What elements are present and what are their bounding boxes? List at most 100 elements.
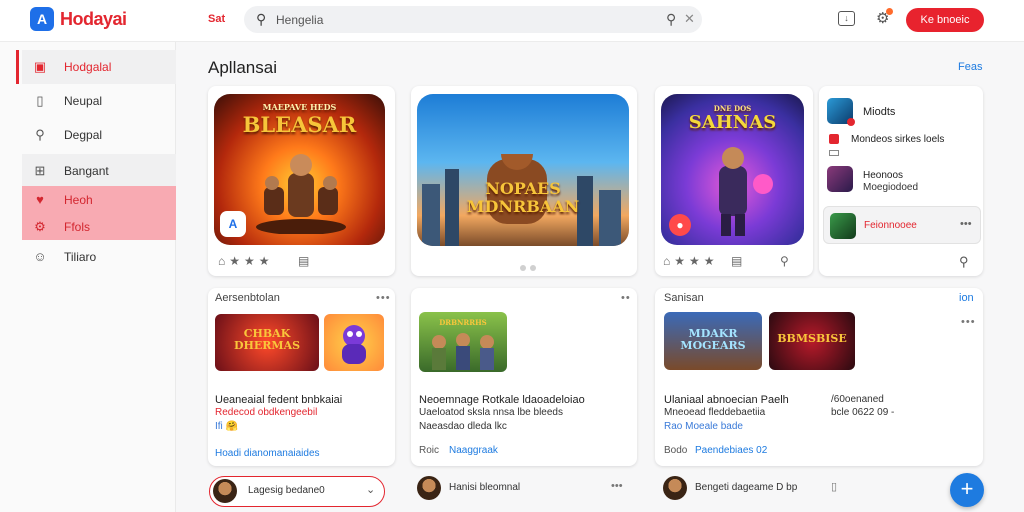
search-icon: ⚲ xyxy=(256,11,267,27)
author-row[interactable]: Hanisi bleomnal ••• xyxy=(411,472,637,506)
side-list-card: Miodts Mondeos sirkes loels Heonoos Moeg… xyxy=(819,86,983,276)
section-title: Sanisan xyxy=(664,292,704,304)
sidebar-item-categories[interactable]: ⊞ Bangant xyxy=(22,154,176,188)
game-artwork[interactable]: NOPAES MDNRBAAN xyxy=(417,94,629,246)
sidebar-item-label: Neupal xyxy=(64,94,103,108)
section-link-prefix: Bodo xyxy=(664,445,688,456)
section-subtext-2: Naeasdao dleda lkc xyxy=(419,421,507,432)
add-button[interactable]: + xyxy=(950,473,984,507)
hero-figure-illustration xyxy=(719,147,773,236)
sign-in-button[interactable]: Ke bnoeic xyxy=(906,8,984,32)
section-description: Ueaneaial fedent bnbkaiai xyxy=(215,394,343,406)
comment-input[interactable]: Lagesig bedane0 ⌄ xyxy=(209,476,385,507)
list-item[interactable]: Heonoos Moegiodoed xyxy=(827,164,983,200)
chat-icon: ☺ xyxy=(33,249,47,264)
rating-stars-icon: ⌂★★★ xyxy=(218,254,274,268)
game-tile-title: CHBAK DHERMAS xyxy=(233,327,301,352)
search-input[interactable]: Hengelia xyxy=(276,13,323,27)
artwork-title: BLEASAR xyxy=(242,112,357,137)
more-options-icon[interactable]: ••• xyxy=(961,316,976,328)
section-more-link[interactable]: ion xyxy=(959,292,974,304)
game-artwork[interactable]: MAEPAVE HEDS BLEASAR A xyxy=(214,94,385,245)
grid-icon: ⊞ xyxy=(34,163,46,178)
list-item-title: Miodts xyxy=(863,106,896,118)
close-icon[interactable]: ✕ xyxy=(684,11,695,27)
more-options-icon[interactable]: ••• xyxy=(611,480,623,492)
section-meta: /60oenaned xyxy=(831,394,884,405)
list-item[interactable]: Miodts xyxy=(827,96,983,132)
rating-stars-icon: ⌂★★★ xyxy=(663,254,719,268)
notification-dot xyxy=(886,8,893,15)
sidebar: ▣ Hodgalal ▯ Neupal ⚲ Degpal ⊞ Bangant ♥… xyxy=(0,42,176,512)
header-link[interactable]: Sat xyxy=(208,13,225,25)
list-item-subtitle: Moegiodoed xyxy=(863,182,919,193)
page-title: Apllansai xyxy=(208,58,277,77)
featured-card[interactable]: MAEPAVE HEDS BLEASAR A ⌂★★★ ▤ xyxy=(208,86,395,276)
game-artwork[interactable]: DNE DOS SAHNAS ● xyxy=(661,94,804,245)
sidebar-item-favorites[interactable]: ♥ Heoh xyxy=(22,186,176,214)
sidebar-item-messages[interactable]: ☺ Tiliaro xyxy=(22,240,176,274)
game-tile[interactable]: CHBAK DHERMAS xyxy=(215,314,319,371)
game-tile-title: MDAKR MOGEARS xyxy=(680,327,746,352)
section-tagline: Redecod obdkengeebil xyxy=(215,407,318,418)
game-tile[interactable]: DRBNRRHS xyxy=(419,312,507,372)
sidebar-item-home[interactable]: ▣ Hodgalal xyxy=(16,50,176,84)
section-card: Aersenbtolan ••• CHBAK DHERMAS Ueaneaial… xyxy=(208,288,395,466)
save-icon[interactable]: ▤ xyxy=(298,254,313,268)
section-link[interactable]: Naaggraak xyxy=(449,445,498,456)
heart-icon: ♥ xyxy=(36,192,44,207)
artwork-title: NOPAES MDNRBAAN xyxy=(466,179,580,216)
sidebar-item-label: Heoh xyxy=(64,193,93,207)
sidebar-item-label: Hodgalal xyxy=(64,60,112,74)
section-subtext: Mneoead fleddebaetiia xyxy=(664,407,766,418)
game-tile[interactable]: MDAKR MOGEARS xyxy=(664,312,762,370)
comment-input-value: Lagesig bedane0 xyxy=(248,485,325,496)
artwork-title: SAHNAS xyxy=(688,112,777,133)
more-options-icon[interactable]: ••• xyxy=(960,218,972,230)
bookmark-icon[interactable]: ▯ xyxy=(831,480,837,493)
author-row[interactable]: Bengeti dageame D bp ▯ xyxy=(655,472,935,506)
chevron-down-icon[interactable]: ⌄ xyxy=(366,483,375,496)
more-options-icon[interactable]: ••• xyxy=(376,292,391,304)
section-description: Neoemnage Rotkale ldaoadeloiao xyxy=(419,394,585,406)
section-link[interactable]: Hoadi dianomanaiaides xyxy=(215,448,320,459)
search-icon[interactable]: ⚲ xyxy=(780,254,793,268)
character-illustration xyxy=(342,325,366,364)
hero-figure-illustration xyxy=(256,154,346,234)
section-emoji-row: Ifi 🤗 xyxy=(215,421,239,432)
carousel-pager[interactable] xyxy=(520,258,540,276)
game-thumbnail xyxy=(827,166,853,192)
search-icon[interactable]: ⚲ xyxy=(959,254,969,270)
list-item-selected[interactable]: Feionnooee ••• xyxy=(823,206,981,244)
search-submit-icon[interactable]: ⚲ xyxy=(666,11,676,28)
save-icon[interactable]: ▤ xyxy=(731,254,746,268)
avatar xyxy=(213,479,237,503)
game-thumbnail xyxy=(829,134,839,144)
sidebar-item-new[interactable]: ▯ Neupal xyxy=(22,84,176,118)
avatar xyxy=(663,476,687,500)
featured-card-hero[interactable]: NOPAES MDNRBAAN xyxy=(411,86,637,276)
game-tile[interactable]: BBMSBISE xyxy=(769,312,855,370)
list-item-title: Heonoos xyxy=(863,170,904,181)
publisher-badge-icon: ● xyxy=(669,214,691,236)
app-name[interactable]: Hodayai xyxy=(60,9,127,30)
featured-card[interactable]: DNE DOS SAHNAS ● ⌂★★★ ▤ ⚲ xyxy=(655,86,813,276)
artwork-subtitle: MAEPAVE HEDS xyxy=(262,102,337,112)
sidebar-item-label: Ffols xyxy=(64,220,91,234)
more-options-icon[interactable]: •• xyxy=(621,292,631,304)
game-tile[interactable] xyxy=(324,314,384,371)
app-logo-icon[interactable]: A xyxy=(30,7,54,31)
sidebar-item-label: Bangant xyxy=(64,164,109,178)
sidebar-item-label: Tiliaro xyxy=(64,250,97,264)
list-item[interactable]: Mondeos sirkes loels xyxy=(827,130,983,166)
list-item-title: Mondeos sirkes loels xyxy=(851,134,945,145)
see-all-link[interactable]: Feas xyxy=(958,61,982,73)
section-subtext: Uaeloatod sksla nnsa lbe bleeds xyxy=(419,407,563,418)
sidebar-item-settings[interactable]: ⚙ Ffols xyxy=(22,214,176,240)
downloads-icon[interactable]: ↓ xyxy=(838,11,855,26)
section-link[interactable]: Paendebiaes 02 xyxy=(695,445,767,456)
search-bar[interactable]: ⚲ Hengelia ⚲ ✕ xyxy=(244,6,702,33)
sidebar-item-search[interactable]: ⚲ Degpal xyxy=(22,118,176,152)
game-tile-title: DRBNRRHS xyxy=(439,318,487,327)
list-item-meta xyxy=(829,150,839,156)
